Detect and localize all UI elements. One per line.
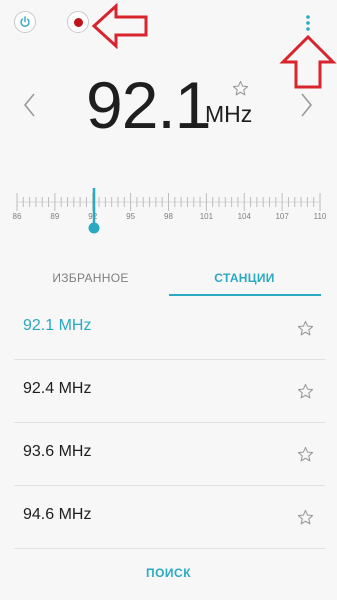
tab-favorites[interactable]: ИЗБРАННОЕ [14, 263, 167, 297]
record-icon [73, 17, 83, 27]
scale-label: 86 [13, 212, 22, 221]
more-options-button[interactable] [297, 10, 319, 36]
frequency-display: 92.1 [0, 66, 337, 146]
list-item[interactable]: 93.6 MHz [14, 423, 325, 486]
scale-label: 110 [314, 212, 327, 221]
record-button[interactable] [67, 11, 89, 33]
frequency-value: 92.1 [86, 68, 211, 142]
more-vert-icon [306, 15, 310, 31]
top-bar [0, 0, 337, 89]
chevron-left-icon[interactable] [20, 90, 40, 120]
search-button[interactable]: ПОИСК [0, 566, 337, 580]
active-tab-indicator [169, 294, 321, 296]
star-outline-icon[interactable] [297, 509, 314, 526]
star-outline-icon[interactable] [297, 383, 314, 400]
power-icon [20, 16, 30, 27]
tuning-handle[interactable] [88, 222, 100, 234]
scale-label: 89 [50, 212, 59, 221]
chevron-right-icon[interactable] [296, 90, 316, 120]
scale-label: 98 [164, 212, 173, 221]
favorite-star-icon[interactable] [232, 80, 249, 97]
list-item[interactable]: 92.1 MHz [14, 297, 325, 360]
station-frequency: 94.6 MHz [23, 506, 92, 523]
station-frequency: 92.1 MHz [23, 317, 92, 334]
tab-bar: ИЗБРАННОЕ СТАНЦИИ [14, 263, 321, 297]
scale-label: 101 [200, 212, 214, 221]
list-item[interactable]: 94.6 MHz [14, 486, 325, 549]
station-frequency: 93.6 MHz [23, 443, 92, 460]
star-outline-icon[interactable] [297, 320, 314, 337]
star-outline-icon[interactable] [297, 446, 314, 463]
scale-label: 107 [275, 212, 289, 221]
station-list: 92.1 MHz 92.4 MHz 93.6 MHz 94.6 MHz [14, 297, 325, 549]
tab-stations[interactable]: СТАНЦИИ [168, 263, 321, 297]
tuning-scale[interactable]: 86 89 92 95 98 101 104 107 110 [0, 180, 337, 240]
list-item[interactable]: 92.4 MHz [14, 360, 325, 423]
scale-label: 95 [126, 212, 135, 221]
power-button[interactable] [14, 11, 36, 33]
annotation-arrow-left-icon [91, 3, 148, 49]
station-frequency: 92.4 MHz [23, 380, 92, 397]
frequency-unit: MHz [205, 101, 253, 127]
scale-label: 104 [238, 212, 252, 221]
